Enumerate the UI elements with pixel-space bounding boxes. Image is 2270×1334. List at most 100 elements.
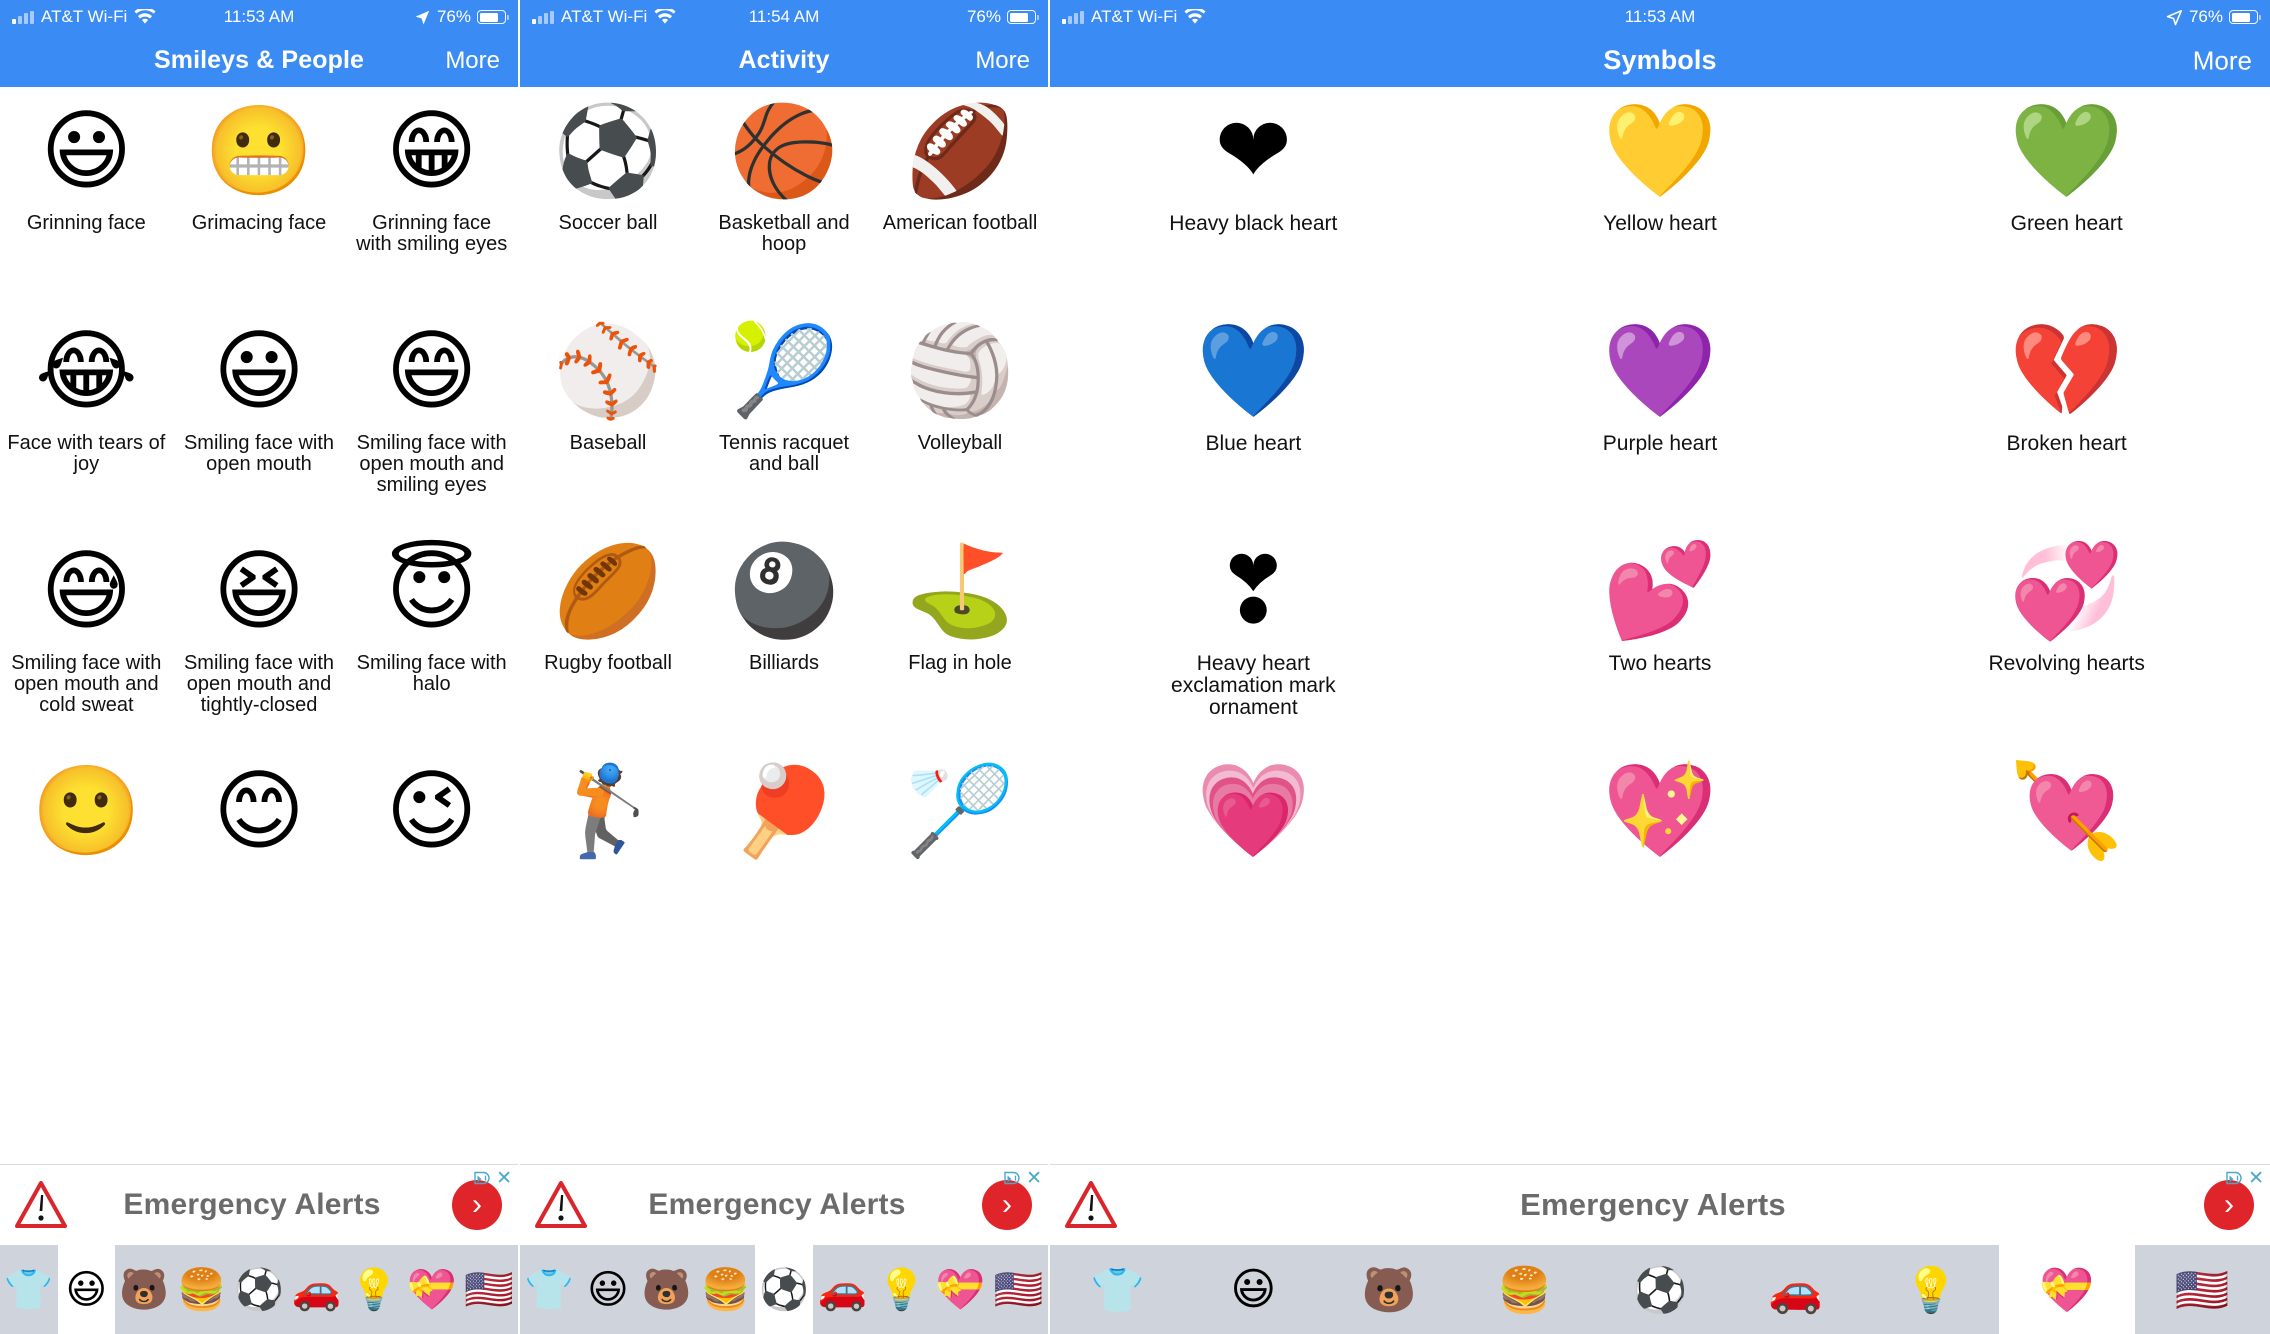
emoji-grid-scroll[interactable]: 😃 Grinning face 😬 Grimacing face 😁 Grinning f… [0, 87, 518, 1334]
tab-symbols-icon: 💝 [406, 1267, 457, 1313]
tab-flags[interactable]: 🇺🇸 [2135, 1245, 2270, 1334]
emoji-cell-smiling-face-with-halo[interactable]: 😇 Smiling face with halo [345, 535, 518, 755]
emoji-cell-smiling-face-with-open-mouth-and-cold-sweat[interactable]: 😅 Smiling face with open mouth and cold s… [0, 535, 173, 755]
tab-clothing[interactable]: 👕 [0, 1245, 58, 1334]
emoji-cell-heavy-black-heart[interactable]: ❤ Heavy black heart [1050, 95, 1457, 315]
tab-food-drink[interactable]: 🍔 [1457, 1245, 1593, 1334]
emoji-cell-broken-heart[interactable]: 💔 Broken heart [1863, 315, 2270, 535]
close-icon[interactable]: ✕ [1026, 1169, 1042, 1188]
emoji-cell-tennis-racquet-and-ball[interactable]: 🎾 Tennis racquet and ball [696, 315, 872, 535]
emoji-cell-american-football[interactable]: 🏈 American football [872, 95, 1048, 315]
nav-bar: Smileys & People More [0, 34, 518, 87]
emoji-cell-soccer-ball[interactable]: ⚽ Soccer ball [520, 95, 696, 315]
tab-objects[interactable]: 💡 [345, 1245, 403, 1334]
tab-clothing[interactable]: 👕 [1050, 1245, 1186, 1334]
emoji-cell-smiling-face-with-open-mouth-and-smiling-eyes[interactable]: 😄 Smiling face with open mouth and smilin… [345, 315, 518, 535]
emoji-label: Smiling face with open mouth and cold sw… [11, 652, 162, 716]
close-icon[interactable]: ✕ [496, 1169, 512, 1188]
emoji-cell-partial-row-cell[interactable]: 💘 [1863, 755, 2270, 975]
emoji-cell-grinning-face-with-smiling-eyes[interactable]: 😁 Grinning face with smiling eyes [345, 95, 518, 315]
adchoices-icon[interactable] [2225, 1171, 2243, 1187]
tab-activity[interactable]: ⚽ [1592, 1245, 1728, 1334]
tab-smileys-people[interactable]: 😃 [579, 1245, 638, 1334]
tab-food-drink-icon: 🍔 [700, 1267, 751, 1313]
tab-smileys-people[interactable]: 😃 [1186, 1245, 1322, 1334]
emoji-label: Smiling face with open mouth and tightly… [183, 652, 335, 716]
tab-food-drink[interactable]: 🍔 [173, 1245, 231, 1334]
emoji-cell-partial-row-cell[interactable]: 😉 [345, 755, 518, 975]
tab-clothing[interactable]: 👕 [520, 1245, 579, 1334]
tab-symbols[interactable]: 💝 [931, 1245, 990, 1334]
more-button[interactable]: More [445, 47, 500, 75]
emoji-label: Flag in hole [908, 652, 1012, 674]
tab-travel-places[interactable]: 🚗 [288, 1245, 346, 1334]
ad-meta: ✕ [473, 1169, 512, 1188]
wifi-icon [134, 9, 156, 25]
tab-animals-nature[interactable]: 🐻 [1321, 1245, 1457, 1334]
tab-travel-places[interactable]: 🚗 [1728, 1245, 1864, 1334]
tab-flags[interactable]: 🇺🇸 [461, 1245, 519, 1334]
emoji-glyph-baseball: ⚾ [553, 319, 663, 422]
emoji-cell-partial-row-cell[interactable]: 🏓 [696, 755, 872, 975]
tab-activity[interactable]: ⚽ [230, 1245, 288, 1334]
close-icon[interactable]: ✕ [2248, 1169, 2264, 1188]
tab-animals-nature[interactable]: 🐻 [115, 1245, 173, 1334]
tab-symbols[interactable]: 💝 [403, 1245, 461, 1334]
adchoices-icon[interactable] [473, 1171, 491, 1187]
emoji-label: Yellow heart [1603, 212, 1717, 235]
emoji-cell-grinning-face[interactable]: 😃 Grinning face [0, 95, 173, 315]
emoji-cell-purple-heart[interactable]: 💜 Purple heart [1457, 315, 1864, 535]
emoji-cell-two-hearts[interactable]: 💕 Two hearts [1457, 535, 1864, 755]
tab-symbols[interactable]: 💝 [1998, 1245, 2135, 1334]
tab-smileys-people[interactable]: 😃 [57, 1245, 116, 1334]
ad-banner[interactable]: Emergency Alerts › ✕ [520, 1164, 1048, 1245]
emoji-glyph-partial-row-cell: 💗 [1196, 757, 1311, 864]
emoji-cell-rugby-football[interactable]: 🏉 Rugby football [520, 535, 696, 755]
tab-animals-nature[interactable]: 🐻 [637, 1245, 696, 1334]
tab-objects[interactable]: 💡 [872, 1245, 931, 1334]
ad-meta: ✕ [2225, 1169, 2264, 1188]
emoji-cell-basketball-and-hoop[interactable]: 🏀 Basketball and hoop [696, 95, 872, 315]
more-button[interactable]: More [975, 47, 1030, 75]
status-bar: AT&T Wi-Fi 11:54 AM 76% [520, 0, 1048, 34]
emoji-grid-scroll[interactable]: ❤ Heavy black heart 💛 Yellow heart 💚 Green he… [1050, 87, 2270, 1334]
emoji-glyph-soccer-ball: ⚽ [553, 99, 663, 202]
emoji-label: Rugby football [544, 652, 672, 674]
emoji-cell-partial-row-cell[interactable]: 🏸 [872, 755, 1048, 975]
emoji-cell-partial-row-cell[interactable]: 😊 [173, 755, 346, 975]
tab-travel-places[interactable]: 🚗 [813, 1245, 872, 1334]
emoji-glyph-blue-heart: 💙 [1196, 317, 1311, 424]
emoji-label: Grimacing face [191, 212, 327, 234]
emoji-cell-revolving-hearts[interactable]: 💞 Revolving hearts [1863, 535, 2270, 755]
emoji-grid-scroll[interactable]: ⚽ Soccer ball 🏀 Basketball and hoop 🏈 America… [520, 87, 1048, 1334]
signal-bars-icon [12, 10, 34, 24]
more-button[interactable]: More [2193, 45, 2252, 76]
emoji-cell-smiling-face-with-open-mouth-and-tightly-closed[interactable]: 😆 Smiling face with open mouth and tightl… [173, 535, 346, 755]
emoji-cell-blue-heart[interactable]: 💙 Blue heart [1050, 315, 1457, 535]
emoji-cell-smiling-face-with-open-mouth[interactable]: 😃 Smiling face with open mouth [173, 315, 346, 535]
emoji-cell-flag-in-hole[interactable]: ⛳ Flag in hole [872, 535, 1048, 755]
emoji-cell-partial-row-cell[interactable]: 🙂 [0, 755, 173, 975]
emoji-cell-partial-row-cell[interactable]: 🏌 [520, 755, 696, 975]
tab-activity[interactable]: ⚽ [754, 1245, 814, 1334]
tab-flags[interactable]: 🇺🇸 [989, 1245, 1048, 1334]
emoji-glyph-yellow-heart: 💛 [1602, 97, 1718, 204]
emoji-cell-baseball[interactable]: ⚾ Baseball [520, 315, 696, 535]
ad-banner[interactable]: Emergency Alerts › ✕ [0, 1164, 518, 1245]
emoji-cell-billiards[interactable]: 🎱 Billiards [696, 535, 872, 755]
emoji-glyph-smiling-face-with-open-mouth: 😃 [213, 319, 305, 422]
emoji-cell-heavy-heart-exclamation-mark-ornament[interactable]: ❣ Heavy heart exclamation mark ornament [1050, 535, 1457, 755]
adchoices-icon[interactable] [1003, 1171, 1021, 1187]
emoji-cell-volleyball[interactable]: 🏐 Volleyball [872, 315, 1048, 535]
ad-banner[interactable]: Emergency Alerts › ✕ [1050, 1164, 2270, 1245]
tab-travel-places-icon: 🚗 [291, 1267, 342, 1313]
emoji-cell-face-with-tears-of-joy[interactable]: 😂 Face with tears of joy [0, 315, 173, 535]
emoji-cell-partial-row-cell[interactable]: 💖 [1457, 755, 1864, 975]
tab-objects[interactable]: 💡 [1863, 1245, 1999, 1334]
emoji-cell-partial-row-cell[interactable]: 💗 [1050, 755, 1457, 975]
tab-food-drink[interactable]: 🍔 [696, 1245, 755, 1334]
emoji-cell-yellow-heart[interactable]: 💛 Yellow heart [1457, 95, 1864, 315]
emoji-cell-green-heart[interactable]: 💚 Green heart [1863, 95, 2270, 315]
carrier-label: AT&T Wi-Fi [1091, 7, 1178, 26]
emoji-cell-grimacing-face[interactable]: 😬 Grimacing face [173, 95, 346, 315]
